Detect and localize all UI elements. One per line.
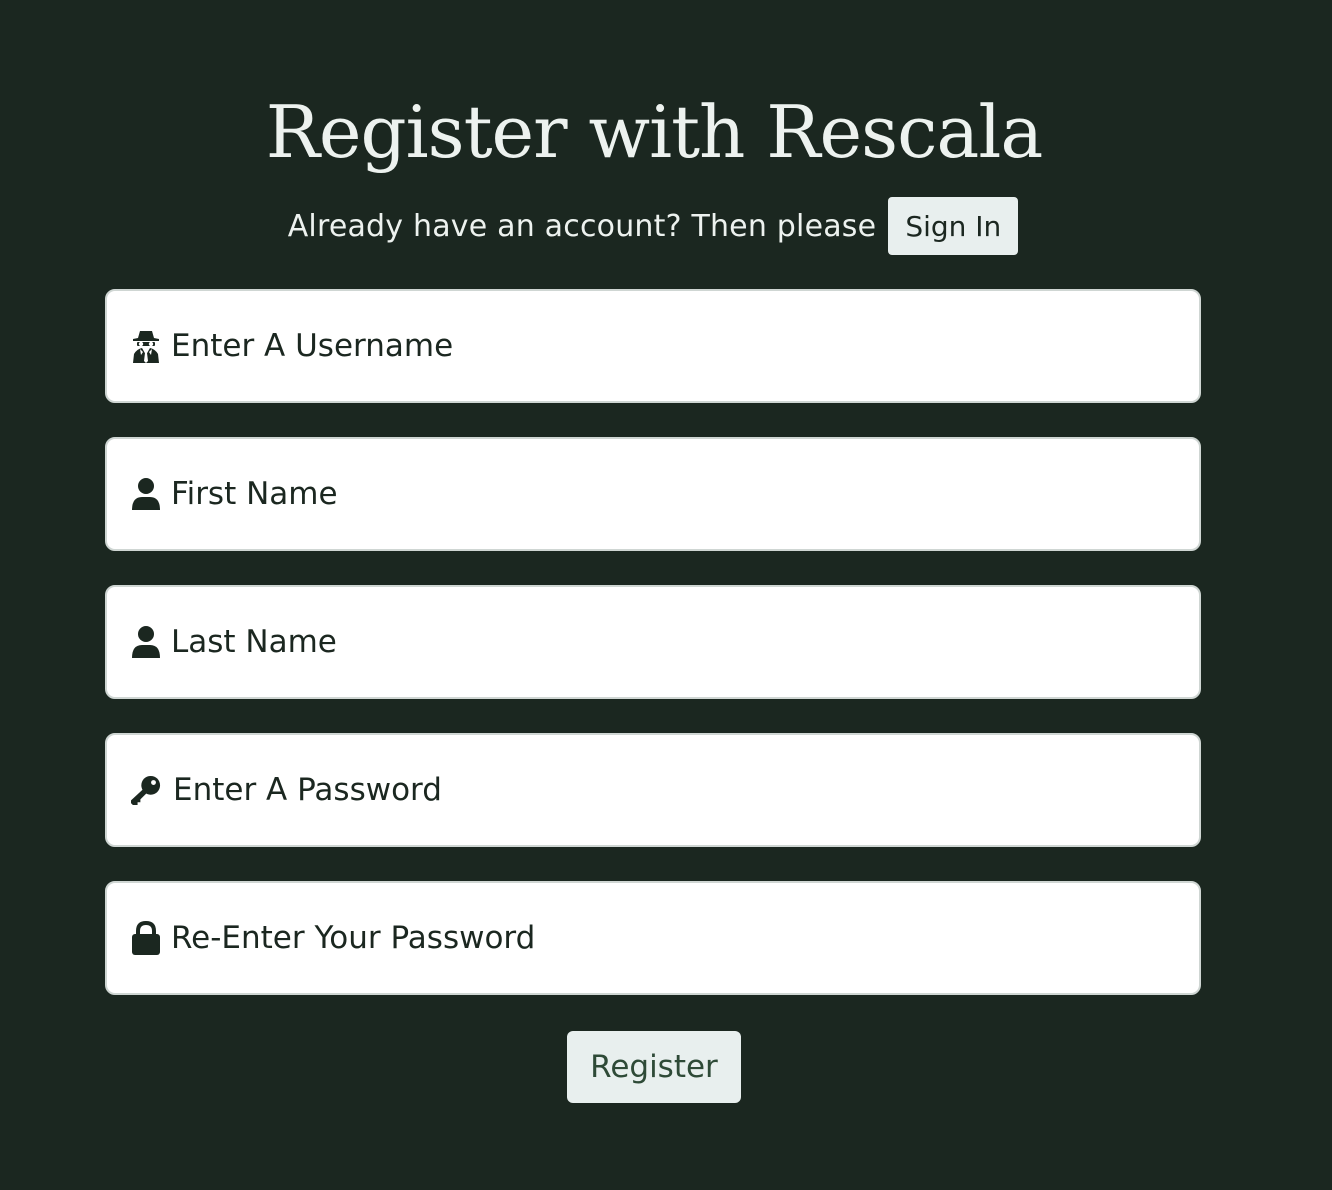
confirm-password-field[interactable]: [105, 881, 1201, 995]
lock-icon: [131, 920, 161, 956]
signin-prompt: Already have an account? Then please Sig…: [0, 197, 1306, 255]
first-name-field[interactable]: [105, 437, 1201, 551]
last-name-input[interactable]: [171, 617, 1171, 667]
signin-prompt-text: Already have an account? Then please: [287, 208, 877, 244]
password-input[interactable]: [173, 765, 1173, 815]
register-button[interactable]: Register: [567, 1031, 741, 1103]
user-secret-icon: [131, 328, 161, 364]
first-name-input[interactable]: [171, 469, 1171, 519]
confirm-password-input[interactable]: [171, 913, 1171, 963]
sign-in-button[interactable]: Sign In: [888, 197, 1019, 255]
password-field[interactable]: [105, 733, 1201, 847]
user-icon: [131, 624, 161, 660]
username-field[interactable]: [105, 289, 1201, 403]
key-icon: [131, 772, 161, 808]
user-icon: [131, 476, 161, 512]
username-input[interactable]: [171, 321, 1171, 371]
page-title: Register with Rescala: [265, 90, 1044, 174]
last-name-field[interactable]: [105, 585, 1201, 699]
register-page: Register with Rescala Already have an ac…: [0, 0, 1332, 1190]
